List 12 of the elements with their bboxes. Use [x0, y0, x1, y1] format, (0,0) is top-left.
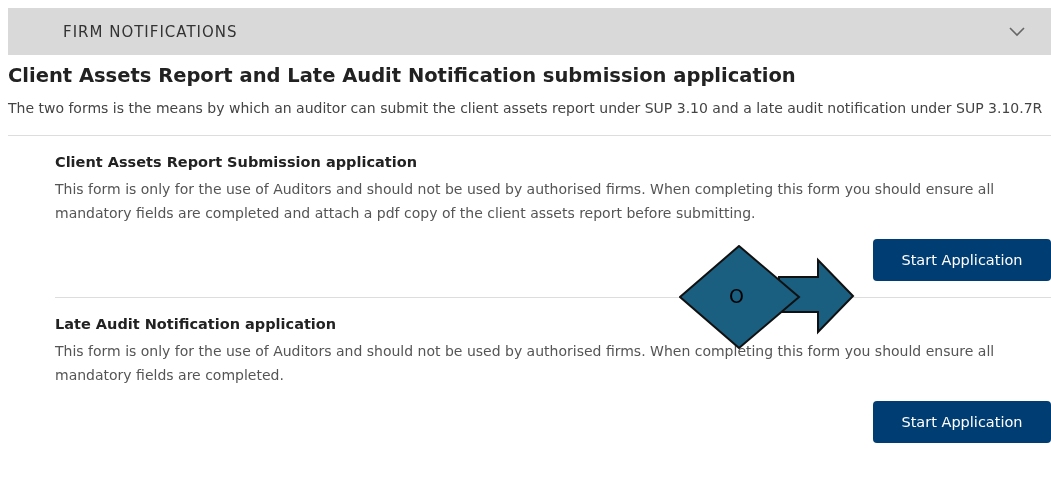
intro-text: The two forms is the means by which an auditor can submit the client assets report under SUP 3.10 and a late audit notification under SUP 3.10.7R [8, 97, 1051, 136]
annotation-label: O [729, 285, 744, 307]
panel-header[interactable]: FIRM NOTIFICATIONS [8, 8, 1051, 55]
panel-title: FIRM NOTIFICATIONS [63, 22, 238, 41]
start-application-button[interactable]: Start Application [873, 401, 1051, 443]
section-title: Late Audit Notification application [55, 316, 338, 332]
section-text: This form is only for the use of Auditors and should not be used by authorised firms. When completing this form you should ensure all mandatory fields are completed. [55, 342, 996, 385]
section-title: Client Assets Report Submission application [55, 154, 418, 170]
section-text: This form is only for the use of Auditors and should not be used by authorised firms. When completing this form you should ensure all mandatory fields are completed and attach a pdf copy of the client assets report before submitting. [55, 180, 996, 223]
page-heading: Client Assets Report and Late Audit Notification submission application [8, 64, 797, 87]
chevron-icon[interactable] [1009, 26, 1025, 37]
start-application-button[interactable]: Start Application [873, 239, 1051, 281]
